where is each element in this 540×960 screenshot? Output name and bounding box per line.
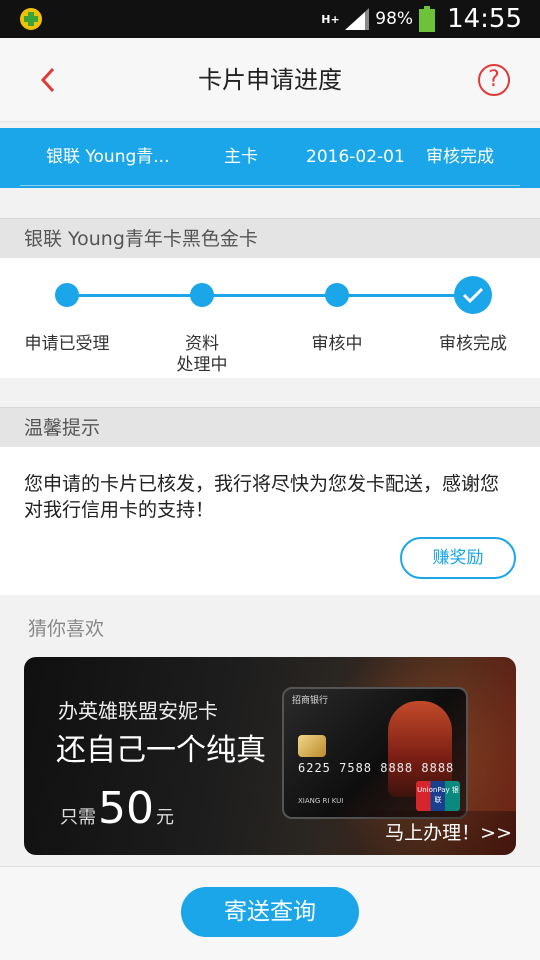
recommend-title: 猜你喜欢 — [28, 618, 105, 640]
tips-text: 您申请的卡片已核发，我行将尽快为您发卡配送，感谢您对我行信用卡的支持！ — [24, 473, 500, 521]
check-icon — [462, 287, 484, 304]
unionpay-logo: UnionPay 银联 — [416, 781, 460, 811]
summary-card-name: 银联 Young青... — [46, 147, 170, 167]
summary-date: 2016-02-01 — [306, 147, 405, 167]
card-holder: XIANG RI KUI — [298, 797, 344, 805]
application-summary[interactable]: 银联 Young青... 主卡 2016-02-01 审核完成 — [0, 128, 540, 188]
progress-line — [67, 294, 473, 297]
step-1-dot — [55, 283, 79, 307]
signal-icon — [345, 8, 370, 30]
chevron-left-icon — [40, 67, 55, 93]
reward-button[interactable]: 赚奖励 — [400, 537, 516, 579]
tips-panel: 您申请的卡片已核发，我行将尽快为您发卡配送，感谢您对我行信用卡的支持！ 赚奖励 — [0, 447, 540, 595]
promo-banner[interactable]: 办英雄联盟安妮卡 还自己一个纯真 只需 50 元 招商银行 6225 7588 … — [24, 657, 516, 855]
step-4-dot — [454, 276, 492, 314]
step-1-label: 申请已受理 — [24, 334, 110, 354]
bottom-bar: 寄送查询 — [0, 866, 540, 960]
banner-slogan: 还自己一个纯真 — [56, 733, 266, 768]
card-bank-name: 招商银行 — [292, 696, 329, 706]
back-button[interactable] — [28, 60, 68, 100]
network-type: H+ — [321, 12, 340, 26]
clock: 14:55 — [447, 4, 522, 34]
summary-row: 银联 Young青... 主卡 2016-02-01 审核完成 — [20, 128, 520, 186]
summary-status: 审核完成 — [426, 147, 494, 167]
nav-header: 卡片申请进度 ? — [0, 38, 540, 122]
card-chip-icon — [298, 735, 326, 757]
delivery-query-button[interactable]: 寄送查询 — [181, 887, 359, 937]
tips-title: 温馨提示 — [0, 407, 540, 447]
credit-card-image: 招商银行 6225 7588 8888 8888 XIANG RI KUI Un… — [282, 687, 468, 819]
banner-cta[interactable]: 马上办理！>> — [385, 818, 512, 845]
battery-percent: 98% — [375, 9, 414, 29]
card-number: 6225 7588 8888 8888 — [298, 761, 455, 775]
battery-icon — [419, 6, 436, 32]
help-button[interactable]: ? — [478, 64, 510, 96]
progress-tracker: 申请已受理 资料 处理中 审核中 审核完成 — [0, 258, 540, 378]
step-4-label: 审核完成 — [439, 334, 507, 354]
card-section-title: 银联 Young青年卡黑色金卡 — [0, 218, 540, 258]
step-3-dot — [325, 283, 349, 307]
step-2-label: 资料 处理中 — [176, 334, 228, 375]
page-title: 卡片申请进度 — [198, 66, 342, 94]
step-2-dot — [190, 283, 214, 307]
banner-headline: 办英雄联盟安妮卡 — [58, 699, 218, 723]
step-3-label: 审核中 — [311, 334, 363, 354]
status-bar: H+ 98% 14:55 — [0, 0, 540, 38]
app-notification-icon — [20, 8, 42, 30]
summary-card-type: 主卡 — [224, 147, 258, 167]
